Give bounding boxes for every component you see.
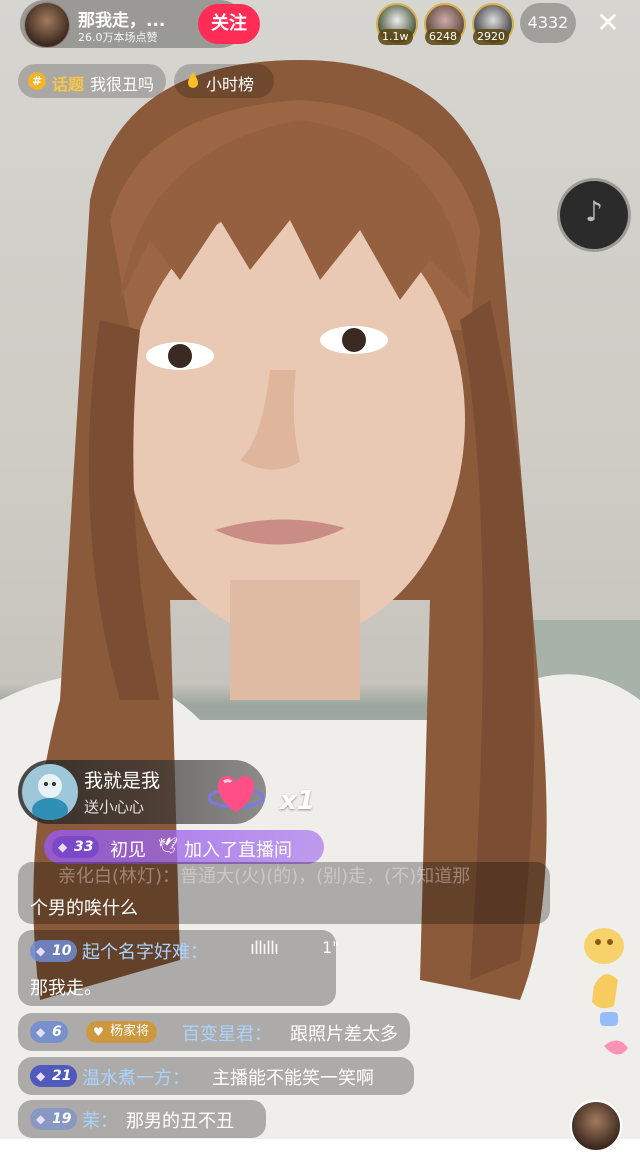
chat-message[interactable]: 21 温水煮一方： 主播能不能笑一笑啊 [18,1057,414,1095]
chat-message-text: 那我走。 [30,978,102,999]
chat-message-faded-text: 亲化白(林灯)：普通大(火)(的)，(别)走，(不)知道那 [58,866,471,887]
chat-username[interactable]: 百变星君： [182,1020,272,1046]
chat-message[interactable]: 6 杨家将 百变星君： 跟照片差太多 [18,1013,410,1051]
chat-message[interactable]: 19 茉： 那男的丑不丑 [18,1100,266,1138]
user-level-badge: 33 [52,836,100,858]
join-user-name[interactable]: 初见 [110,836,146,862]
user-level-badge: 19 [30,1108,78,1130]
chat-message-text: 主播能不能笑一笑啊 [212,1068,374,1089]
user-level-badge: 21 [30,1065,78,1087]
host-name: 那我走，... [78,11,166,31]
user-level-badge: 10 [30,940,78,962]
chat-message-text: 个男的唉什么 [30,898,138,919]
chat-message[interactable]: 亲化白(林灯)：普通大(火)(的)，(别)走，(不)知道那 个男的唉什么 [18,862,550,924]
fan-club-badge: 杨家将 [86,1021,158,1043]
hourly-rank-label: 小时榜 [206,75,255,94]
topic-text: 我很丑吗 [90,75,155,94]
chat-message[interactable]: 10 起个名字好难： ıllıllı 1" 那我走。 [18,930,340,1006]
host-likes-count: 26.0万本场点赞 [78,31,158,44]
heart-gift-icon [208,775,264,812]
user-level-badge: 6 [30,1021,68,1043]
close-icon[interactable]: ✕ [592,6,624,40]
viewer-count[interactable]: 4332 [520,3,576,43]
topic-pill[interactable]: # 话题 我很丑吗 [18,64,166,98]
hashtag-icon: # [28,72,46,90]
top-viewer-score-1: 1.1w [378,29,413,45]
top-viewer-score-3: 2920 [473,29,509,45]
gift-sender-avatar[interactable] [22,764,78,820]
hourly-rank-pill[interactable]: 小时榜 [174,64,274,98]
join-notification: 33 初见 🕊 加入了直播间 [44,830,324,864]
voice-wave-icon[interactable]: ıllıllı [250,938,279,959]
top-viewer-score-2: 6248 [425,29,461,45]
chat-message-text: 那男的丑不丑 [126,1111,234,1132]
voice-duration: 1" [322,938,340,957]
gift-description: 送小心心 [84,798,145,816]
dove-icon: 🕊 [158,836,179,855]
join-message: 加入了直播间 [184,840,292,861]
chat-username[interactable]: 茉： [82,1107,118,1133]
flame-icon [188,72,198,88]
host-info-pill[interactable]: 那我走，... 26.0万本场点赞 关注 [20,0,260,48]
topic-tag: 话题 [52,75,85,94]
follow-button[interactable]: 关注 [198,4,260,44]
tiktok-music-icon[interactable]: ♪ [560,181,628,249]
host-avatar[interactable] [24,2,70,48]
chat-message-text: 跟照片差太多 [290,1024,398,1045]
chat-username[interactable]: 起个名字好难： [82,938,208,964]
gift-count: x1 [280,786,315,816]
like-animation-icon [584,928,628,1055]
host-mini-avatar[interactable] [570,1100,622,1152]
gift-sender-name: 我就是我 [84,770,161,792]
chat-username[interactable]: 温水煮一方： [82,1064,190,1090]
